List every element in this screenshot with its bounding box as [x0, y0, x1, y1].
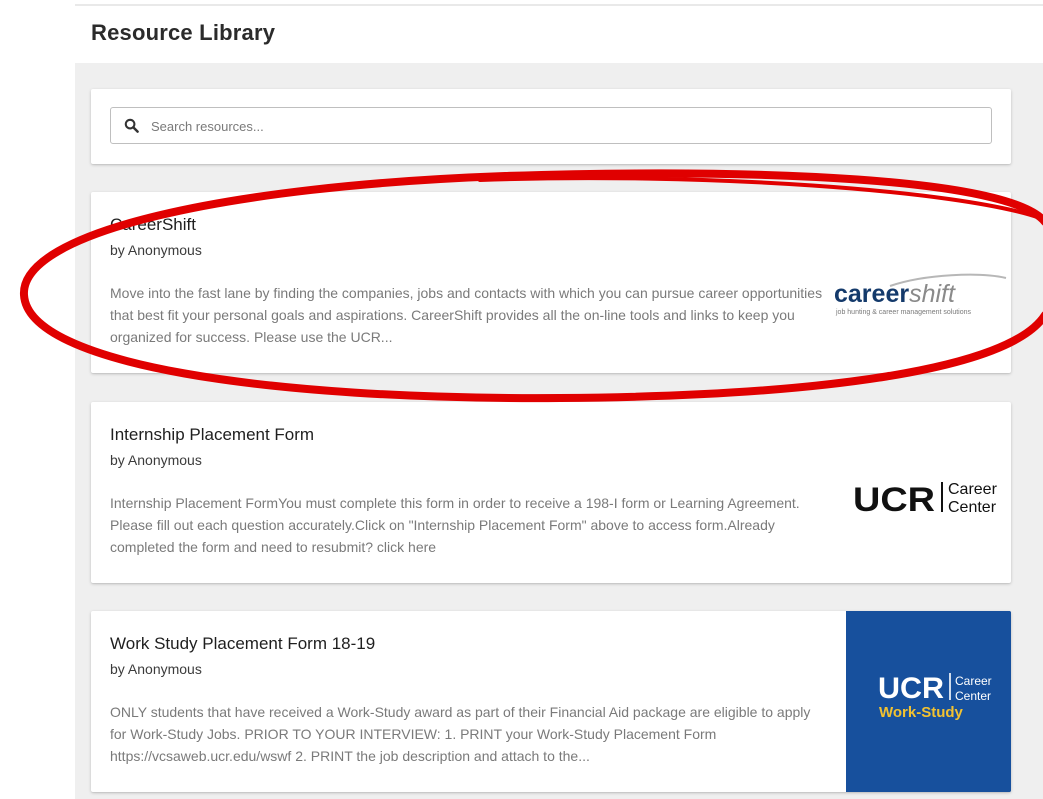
resource-author: by Anonymous: [110, 661, 202, 677]
header-divider: [75, 4, 1043, 6]
ucr-work-study-logo[interactable]: UCR Career Center Work-Study: [846, 611, 1011, 792]
resource-author: by Anonymous: [110, 452, 202, 468]
logo-line-3: Work-Study: [879, 704, 964, 721]
resource-title[interactable]: CareerShift: [110, 215, 196, 235]
logo-mark: UCR: [853, 481, 935, 519]
logo-line-1: Career: [948, 481, 998, 498]
resource-title[interactable]: Work Study Placement Form 18-19: [110, 634, 375, 654]
logo-line-2: Center: [955, 689, 991, 703]
resource-description: Internship Placement FormYou must comple…: [110, 495, 800, 555]
logo-line-1: Career: [955, 674, 992, 688]
resource-description: Move into the fast lane by finding the c…: [110, 285, 823, 345]
search-box[interactable]: [110, 107, 992, 145]
logo-word-career: career: [834, 280, 909, 308]
resource-card[interactable]: CareerShift by Anonymous Move into the f…: [91, 192, 1011, 373]
svg-text:careershift: careershift: [834, 280, 956, 308]
page-title: Resource Library: [91, 20, 276, 45]
logo-tagline: job hunting & career management solution…: [835, 309, 972, 316]
ucr-career-center-logo[interactable]: UCR Career Center: [843, 472, 1011, 522]
search-card: [91, 89, 1011, 164]
logo-mark: UCR: [878, 672, 944, 705]
resource-title[interactable]: Internship Placement Form: [110, 425, 314, 445]
search-input[interactable]: [149, 108, 973, 145]
resource-card[interactable]: Work Study Placement Form 18-19 by Anony…: [91, 611, 1011, 792]
search-icon: [124, 118, 139, 133]
careershift-logo[interactable]: careershift job hunting & career managem…: [830, 272, 1011, 322]
logo-line-2: Center: [948, 499, 997, 516]
logo-word-shift: shift: [909, 280, 956, 308]
resource-card[interactable]: Internship Placement Form by Anonymous I…: [91, 402, 1011, 583]
resource-description: ONLY students that have received a Work-…: [110, 704, 811, 764]
resource-author: by Anonymous: [110, 242, 202, 258]
